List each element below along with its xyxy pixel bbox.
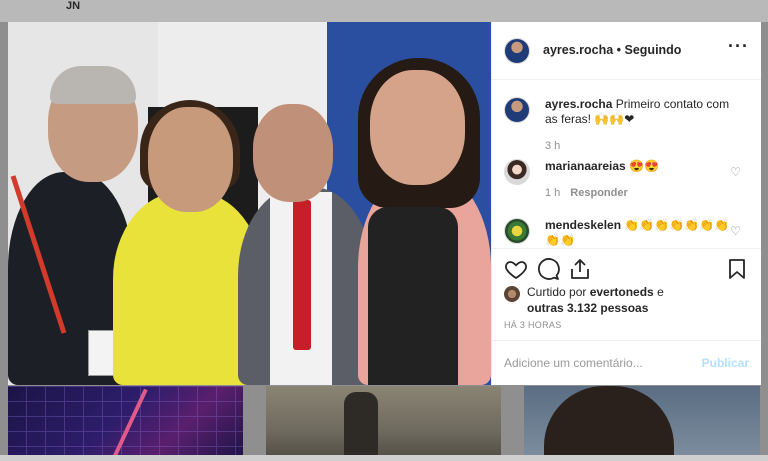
bottom-strip [0,455,768,461]
publish-button[interactable]: Publicar [702,356,749,370]
add-comment-input[interactable]: Adicione um comentário... [504,356,643,370]
post-photo[interactable] [8,22,491,385]
reply-button[interactable]: Responder [570,187,627,199]
post-header: ayres.rocha • Seguindo ··· [492,22,761,80]
comment-time: 1 h [545,187,561,199]
comment-username[interactable]: mendeskelen [545,218,621,232]
commenter-avatar[interactable] [504,159,530,185]
comments-list[interactable]: ayres.rocha Primeiro contato com as fera… [492,80,761,248]
commenter-avatar[interactable] [504,218,530,244]
action-bar [492,248,761,289]
likes-prefix: Curtido por [527,285,590,299]
grid-thumbnail-3[interactable] [524,386,760,461]
post-timestamp[interactable]: HÁ 3 HORAS [504,320,562,330]
post-modal: ayres.rocha • Seguindo ··· ayres.rocha P… [8,22,761,385]
caption-avatar[interactable] [504,97,530,123]
heart-icon[interactable] [504,257,528,281]
post-side-panel: ayres.rocha • Seguindo ··· ayres.rocha P… [491,22,761,385]
comment-like-heart-icon[interactable]: ♡ [730,165,741,180]
grid-thumbnail-1[interactable] [8,386,243,461]
comment-icon[interactable] [536,257,560,281]
bookmark-icon[interactable] [725,257,749,281]
liker-avatar[interactable] [504,286,520,302]
comment-like-heart-icon[interactable]: ♡ [730,224,741,239]
likes-others-link[interactable]: outras 3.132 pessoas [527,301,648,315]
liker-username[interactable]: evertoneds [590,285,654,299]
caption-username[interactable]: ayres.rocha [545,97,612,111]
author-header-text[interactable]: ayres.rocha • Seguindo [543,43,681,57]
comment-username[interactable]: marianaareias [545,159,626,173]
more-options-icon[interactable]: ··· [728,36,749,57]
comment-text: 😍😍 [625,159,659,173]
share-icon[interactable] [568,257,592,281]
add-comment-bar: Adicione um comentário... Publicar [492,340,761,386]
top-label: JN [66,0,81,12]
caption-time: 3 h [545,140,561,152]
grid-thumbnail-2[interactable] [266,386,501,461]
likes-connector: e [653,285,664,299]
top-bar: JN [0,0,768,22]
author-avatar[interactable] [504,38,530,64]
